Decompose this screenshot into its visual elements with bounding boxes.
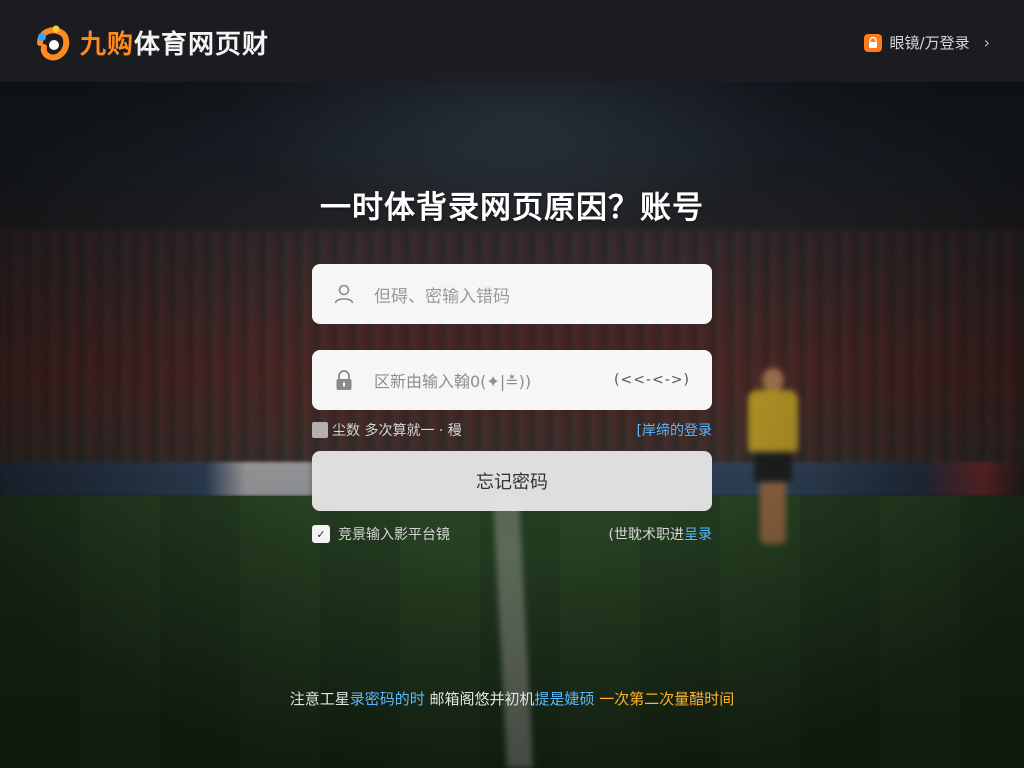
- chevron-right-icon: ›: [983, 33, 990, 52]
- password-placeholder: 区新由输入翰0(✦|≛)): [374, 372, 532, 391]
- agree-label: 竞景输入影平台镜: [338, 527, 450, 543]
- notice-part4[interactable]: 提是婕硕: [535, 690, 595, 708]
- lock-icon: [332, 368, 356, 392]
- logo-text: 九购 体育网页财: [80, 24, 269, 61]
- user-icon: [332, 282, 356, 306]
- footer-notice: 注意工星录密码的时 邮箱阁悠并初机提是婕硕 一次第二次量醋时间: [0, 688, 1024, 709]
- logo-text-part1: 九购: [80, 29, 135, 60]
- username-field[interactable]: 但碍、密输入错码: [312, 264, 712, 324]
- check-icon[interactable]: ✓: [312, 525, 330, 543]
- logo-text-part2: 体育网页财: [134, 29, 270, 60]
- remember-row: 尘数 多次算就一 · 䅼 [岸缔的登录: [312, 420, 712, 440]
- submit-button[interactable]: 忘记密码: [312, 451, 712, 511]
- page-title: 一时体背录网页原因？账号: [320, 190, 704, 226]
- alternate-login-highlight: 呈录: [684, 527, 712, 543]
- top-bar: 九购 体育网页财 眼镜/万登录 ›: [0, 0, 1024, 82]
- notice-part5: 一次第二次量醋时间: [594, 690, 735, 708]
- quick-login-link[interactable]: [岸缔的登录: [637, 420, 712, 440]
- header-login-label: 眼镜/万登录: [889, 34, 970, 52]
- password-field[interactable]: 区新由输入翰0(✦|≛)) (<<-<->): [312, 350, 712, 410]
- notice-part1: 注意工星: [289, 690, 350, 708]
- username-placeholder: 但碍、密输入错码: [374, 286, 510, 307]
- shield-icon: [863, 33, 882, 52]
- remember-checkbox-box[interactable]: [312, 422, 328, 438]
- alternate-login-prefix: (世耽术职进: [608, 527, 684, 543]
- alternate-login-link[interactable]: (世耽术职进 呈录: [609, 524, 712, 544]
- notice-part3: 邮箱阁悠并初机: [424, 690, 535, 708]
- password-visibility-toggle[interactable]: (<<-<->): [614, 372, 690, 388]
- remember-label: 尘数 多次算就一 · 䅼: [332, 423, 462, 439]
- site-logo[interactable]: 九购 体育网页财: [34, 20, 269, 64]
- remember-checkbox[interactable]: 尘数 多次算就一 · 䅼: [312, 420, 462, 440]
- notice-part2[interactable]: 录密码的时: [350, 690, 425, 708]
- agreement-row: ✓ 竞景输入影平台镜 (世耽术职进 呈录: [312, 524, 712, 544]
- logo-mark-icon: [34, 21, 76, 63]
- agree-checkbox[interactable]: ✓ 竞景输入影平台镜: [312, 524, 450, 544]
- header-login-link[interactable]: 眼镜/万登录 ›: [863, 32, 990, 53]
